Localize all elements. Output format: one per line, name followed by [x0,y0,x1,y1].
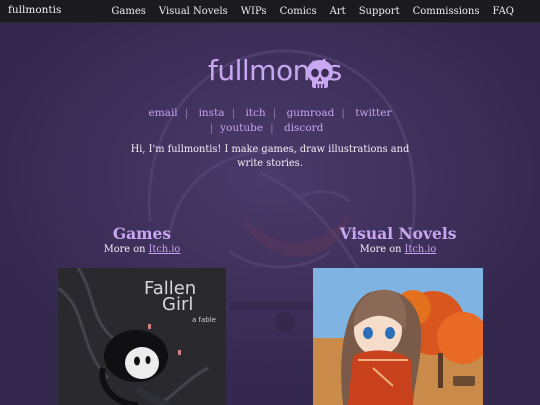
site-logo: fullmontis [208,54,342,93]
more-on-games: More on Itch.io [58,244,226,255]
link-separator: | [270,122,274,134]
link-email[interactable]: email [142,107,185,119]
nav-support[interactable]: Support [359,6,400,17]
more-prefix: More on [103,244,149,255]
more-prefix: More on [359,244,405,255]
nav-games[interactable]: Games [111,6,145,17]
link-itch[interactable]: itch [238,107,272,119]
link-separator: | [272,107,277,119]
fallen-girl-cover: Fallen Girl a fable [58,268,226,405]
link-gumroad[interactable]: gumroad [280,107,342,119]
link-separator: | [341,107,345,119]
link-youtube[interactable]: youtube [213,122,270,134]
nav-faq[interactable]: FAQ [493,6,515,17]
site-brand[interactable]: fullmontis [8,4,61,16]
visual-novel-cover [313,268,483,405]
section-title-games: Games [112,224,172,243]
visual-novels-itch-link[interactable]: Itch.io [405,244,437,255]
top-navigation-bar: fullmontis Games Visual Novels WIPs Comi… [0,0,540,23]
link-separator: | [231,107,236,119]
nav-art[interactable]: Art [330,6,346,17]
main-nav: Games Visual Novels WIPs Comics Art Supp… [111,0,540,22]
link-twitter[interactable]: twitter [348,107,398,119]
nav-comics[interactable]: Comics [280,6,317,17]
social-links: email | insta | itch | gumroad | twitter | yo… [130,106,410,136]
visual-novels-thumbnail[interactable] [313,268,483,405]
more-on-visual-novels: More on Itch.io [313,244,483,255]
nav-visual-novels[interactable]: Visual Novels [159,6,228,17]
link-insta[interactable]: insta [192,107,232,119]
skull-icon [307,60,333,88]
games-itch-link[interactable]: Itch.io [149,244,181,255]
link-discord[interactable]: discord [277,122,330,134]
nav-commissions[interactable]: Commissions [413,6,480,17]
section-title-visual-novels: Visual Novels [339,224,457,243]
main-content: fullmontis email | insta | itch | gumroad | … [0,22,540,405]
cover-subtitle: a fable [192,316,216,324]
nav-wips[interactable]: WIPs [241,6,267,17]
cover-title-line2: Girl [162,294,193,315]
intro-text: Hi, I'm fullmontis! I make games, draw i… [130,144,410,169]
link-separator: | [184,107,189,119]
games-thumbnail[interactable]: Fallen Girl a fable [58,268,226,405]
